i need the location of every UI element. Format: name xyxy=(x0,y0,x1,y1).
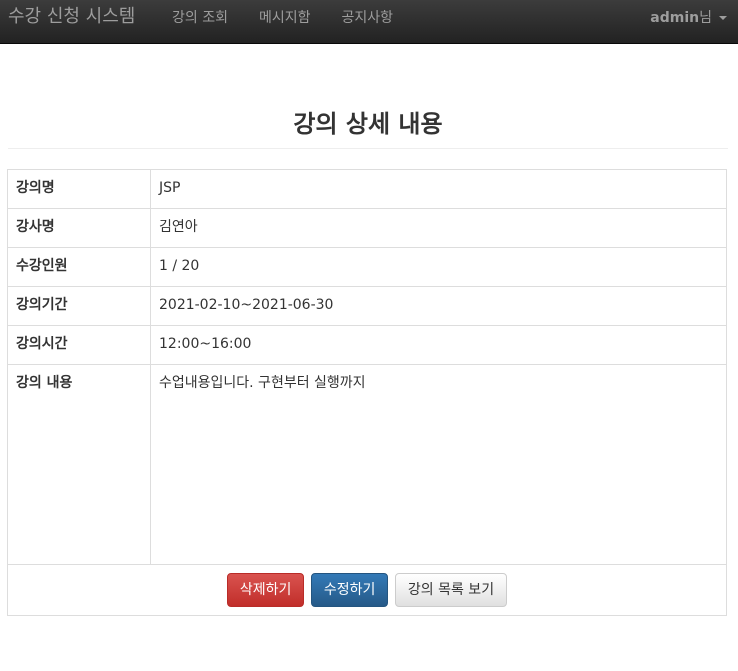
user-name: admin xyxy=(650,10,700,26)
title-divider xyxy=(8,148,728,149)
table-row: 강사명 김연아 xyxy=(7,208,727,248)
course-content-value: 수업내용입니다. 구현부터 실행까지 xyxy=(150,364,727,565)
nav-link-course-search[interactable]: 강의 조회 xyxy=(172,9,228,27)
course-content-label: 강의 내용 xyxy=(7,364,151,565)
enrollment-value: 1 / 20 xyxy=(150,247,727,287)
course-period-value: 2021-02-10~2021-06-30 xyxy=(150,286,727,326)
course-time-label: 강의시간 xyxy=(7,325,151,365)
table-row: 강의 내용 수업내용입니다. 구현부터 실행까지 xyxy=(7,364,727,565)
enrollment-label: 수강인원 xyxy=(7,247,151,287)
nav-link-messages[interactable]: 메시지함 xyxy=(259,9,311,27)
page-title: 강의 상세 내용 xyxy=(293,110,443,138)
table-row: 강의명 JSP xyxy=(7,169,727,209)
course-list-button[interactable]: 강의 목록 보기 xyxy=(394,573,508,607)
instructor-label: 강사명 xyxy=(7,208,151,248)
course-time-value: 12:00~16:00 xyxy=(150,325,727,365)
caret-down-icon xyxy=(719,16,727,20)
course-period-label: 강의기간 xyxy=(7,286,151,326)
nav-links: 강의 조회 메시지함 공지사항 xyxy=(172,9,393,27)
instructor-value: 김연아 xyxy=(150,208,727,248)
user-menu-dropdown[interactable]: admin 님 xyxy=(650,9,727,27)
user-honorific: 님 xyxy=(699,10,712,26)
edit-button[interactable]: 수정하기 xyxy=(310,573,389,607)
table-row: 강의기간 2021-02-10~2021-06-30 xyxy=(7,286,727,326)
course-name-value: JSP xyxy=(150,169,727,209)
nav-link-notices[interactable]: 공지사항 xyxy=(342,9,394,27)
table-row: 강의시간 12:00~16:00 xyxy=(7,325,727,365)
table-row: 수강인원 1 / 20 xyxy=(7,247,727,287)
course-name-label: 강의명 xyxy=(7,169,151,209)
action-cell: 삭제하기 수정하기 강의 목록 보기 xyxy=(7,564,727,616)
course-detail-table: 강의명 JSP 강사명 김연아 수강인원 1 / 20 강의기간 2021-02… xyxy=(7,169,727,616)
delete-button[interactable]: 삭제하기 xyxy=(226,573,305,607)
action-row: 삭제하기 수정하기 강의 목록 보기 xyxy=(7,564,727,616)
top-navbar: 수강 신청 시스템 강의 조회 메시지함 공지사항 admin 님 xyxy=(0,0,738,44)
brand-link[interactable]: 수강 신청 시스템 xyxy=(8,6,135,28)
